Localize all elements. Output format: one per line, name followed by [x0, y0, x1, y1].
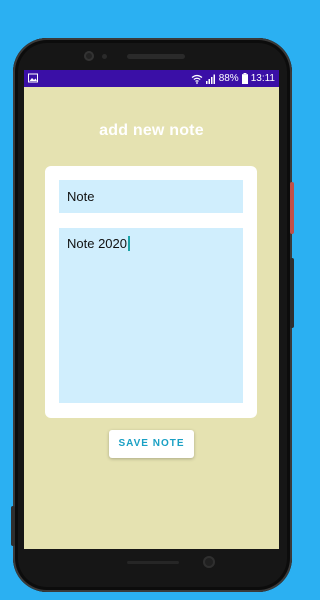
- note-card: Note Note 2020: [45, 166, 257, 418]
- note-body-text: Note 2020: [67, 236, 127, 251]
- front-camera-icon: [84, 51, 94, 61]
- status-indicators: 88% 13:11: [191, 72, 275, 85]
- image-icon: [28, 73, 38, 83]
- note-title-input[interactable]: Note: [59, 180, 243, 213]
- save-note-button[interactable]: SAVE NOTE: [109, 430, 194, 458]
- home-sensor-icon: [203, 556, 215, 568]
- signal-icon: [205, 74, 215, 84]
- page-title: add new note: [99, 122, 204, 139]
- battery-percent: 88%: [218, 73, 239, 84]
- bottom-speaker: [127, 561, 179, 564]
- app-screen: 88% 13:11 add new note Note Note 2020 SA…: [24, 70, 279, 549]
- clock: 13:11: [250, 73, 275, 84]
- status-bar: 88% 13:11: [24, 70, 279, 87]
- battery-icon: [241, 73, 248, 84]
- side-key: [11, 506, 15, 546]
- sensor-icon: [102, 54, 107, 59]
- note-body-input[interactable]: Note 2020: [59, 228, 243, 403]
- wifi-icon: [191, 74, 203, 84]
- power-button: [290, 182, 294, 234]
- volume-button: [290, 258, 294, 328]
- text-cursor: [128, 236, 130, 251]
- earpiece-speaker: [127, 54, 185, 59]
